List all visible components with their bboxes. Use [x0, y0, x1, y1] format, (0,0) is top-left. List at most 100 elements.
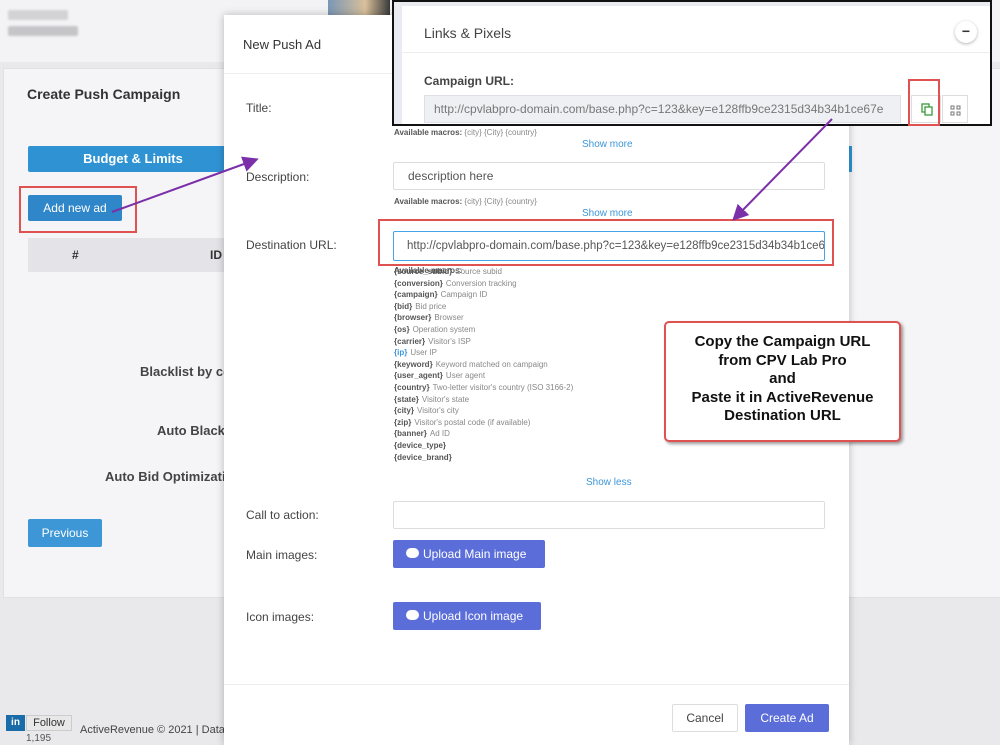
short-macros: {city} {City} {country} [464, 128, 537, 137]
callout-line-2: from CPV Lab Pro [718, 351, 847, 369]
short-macros: {city} {City} {country} [464, 197, 537, 206]
blurred-user-name [8, 10, 68, 20]
cloud-upload-icon [406, 548, 419, 558]
macro-key: {ip} [394, 348, 408, 358]
ads-table-header [28, 238, 228, 272]
linkedin-follow-button[interactable]: Follow [26, 715, 72, 731]
previous-button[interactable]: Previous [28, 519, 102, 547]
macro-item: {bid} Bid price [394, 302, 573, 314]
collapse-button[interactable]: − [955, 21, 977, 43]
macro-description: Conversion tracking [445, 278, 517, 288]
auto-blacklist-label: Auto Black [157, 423, 225, 438]
blacklist-label: Blacklist by co [140, 364, 232, 379]
macro-item: {state} Visitor's state [394, 395, 573, 407]
page-title: Create Push Campaign [27, 86, 181, 102]
macro-item: {source_subid} Source subid [394, 267, 573, 279]
macro-key: {carrier} [394, 336, 426, 346]
macro-key: {bid} [394, 301, 413, 311]
campaign-url-field[interactable]: http://cpvlabpro-domain.com/base.php?c=1… [424, 95, 901, 123]
instruction-callout: Copy the Campaign URL from CPV Lab Pro a… [664, 321, 901, 442]
auto-bid-label: Auto Bid Optimizati [105, 469, 226, 484]
macro-item: {city} Visitor's city [394, 406, 573, 418]
macro-item: {conversion} Conversion tracking [394, 279, 573, 291]
callout-line-3: and [769, 370, 796, 387]
show-less-link[interactable]: Show less [586, 477, 632, 488]
linkedin-follower-count: 1,195 [26, 733, 52, 744]
upload-icon-image-button[interactable]: Upload Icon image [393, 602, 541, 630]
highlight-add-ad [19, 186, 137, 233]
create-ad-button[interactable]: Create Ad [745, 704, 829, 732]
macro-key: {device_brand} [394, 452, 452, 462]
cta-label: Call to action: [246, 508, 319, 522]
main-images-label: Main images: [246, 548, 318, 562]
macro-item: {carrier} Visitor's ISP [394, 337, 573, 349]
blurred-user-info [8, 26, 78, 36]
linkedin-icon: in [6, 715, 25, 731]
macro-description: Visitor's ISP [428, 336, 471, 346]
campaign-url-label: Campaign URL: [424, 74, 514, 88]
links-pixels-card: Links & Pixels − Campaign URL: http://cp… [402, 6, 990, 124]
macro-key: {city} [394, 406, 415, 416]
highlight-copy-button [908, 79, 940, 126]
tab-budget-limits[interactable]: Budget & Limits [28, 146, 238, 172]
macro-description: Visitor's state [421, 394, 470, 404]
callout-line-5: Destination URL [724, 407, 841, 424]
macro-description: Campaign ID [440, 290, 488, 300]
modal-title: New Push Ad [243, 37, 322, 52]
macro-item: {ip} User IP [394, 348, 573, 360]
macro-key: {banner} [394, 429, 427, 439]
macro-key: {state} [394, 394, 419, 404]
title-label: Title: [246, 101, 272, 115]
macro-description: Keyword matched on campaign [435, 359, 548, 369]
upload-icon-label: Upload Icon image [423, 609, 524, 623]
cancel-button[interactable]: Cancel [672, 704, 738, 732]
macro-description: Visitor's postal code (if available) [414, 417, 531, 427]
macro-key: {conversion} [394, 278, 443, 288]
macro-description: User IP [410, 348, 438, 358]
macro-description: Browser [434, 313, 464, 323]
macro-item: {user_agent} User agent [394, 371, 573, 383]
callout-line-4: Paste it in ActiveRevenue [691, 388, 874, 406]
footer-text: ActiveRevenue © 2021 | Data [80, 724, 225, 736]
description-input[interactable]: description here [393, 162, 825, 190]
macro-key: {device_type} [394, 440, 447, 450]
macro-key: {source_subid} [394, 267, 453, 276]
available-macros-label: Available macros: [394, 197, 463, 206]
column-id: ID [210, 248, 222, 262]
macro-description: Ad ID [429, 429, 450, 439]
title-show-more-link[interactable]: Show more [582, 139, 633, 150]
highlight-destination-url [378, 219, 834, 266]
upload-main-label: Upload Main image [423, 547, 527, 561]
upload-main-image-button[interactable]: Upload Main image [393, 540, 545, 568]
macro-description: Operation system [412, 324, 476, 334]
macro-item: {browser} Browser [394, 313, 573, 325]
macro-item: {banner} Ad ID [394, 429, 573, 441]
description-show-more-link[interactable]: Show more [582, 208, 633, 219]
description-macros: Available macros: {city} {City} {country… [394, 197, 537, 206]
icon-images-label: Icon images: [246, 610, 315, 624]
macro-item: {country} Two-letter visitor's country (I… [394, 383, 573, 395]
cloud-upload-icon [406, 610, 419, 620]
qr-code-button[interactable] [942, 95, 968, 123]
title-macros: Available macros: {city} {City} {country… [394, 128, 537, 137]
macro-key: {keyword} [394, 359, 433, 369]
column-number: # [72, 248, 79, 262]
destination-url-label: Destination URL: [246, 238, 337, 252]
linkedin-follow[interactable]: in Follow 1,195 [6, 715, 72, 745]
macro-key: {campaign} [394, 290, 438, 300]
macro-item: {device_brand} [394, 453, 573, 465]
macro-key: {zip} [394, 417, 412, 427]
cta-input[interactable] [393, 501, 825, 529]
qr-code-icon [950, 105, 961, 116]
macro-list: {source_subid} Source subid {conversion} Co… [394, 267, 573, 464]
macro-description: Two-letter visitor's country (ISO 3166-2… [432, 382, 574, 392]
macro-key: {user_agent} [394, 371, 443, 381]
macro-item: {zip} Visitor's postal code (if available… [394, 418, 573, 430]
macro-key: {os} [394, 324, 410, 334]
macro-item: {keyword} Keyword matched on campaign [394, 360, 573, 372]
links-pixels-title: Links & Pixels [424, 25, 512, 41]
modal-footer-divider [224, 684, 849, 685]
card-divider [402, 52, 990, 53]
macro-item: {os} Operation system [394, 325, 573, 337]
cpv-lab-inset: Links & Pixels − Campaign URL: http://cp… [392, 0, 992, 126]
